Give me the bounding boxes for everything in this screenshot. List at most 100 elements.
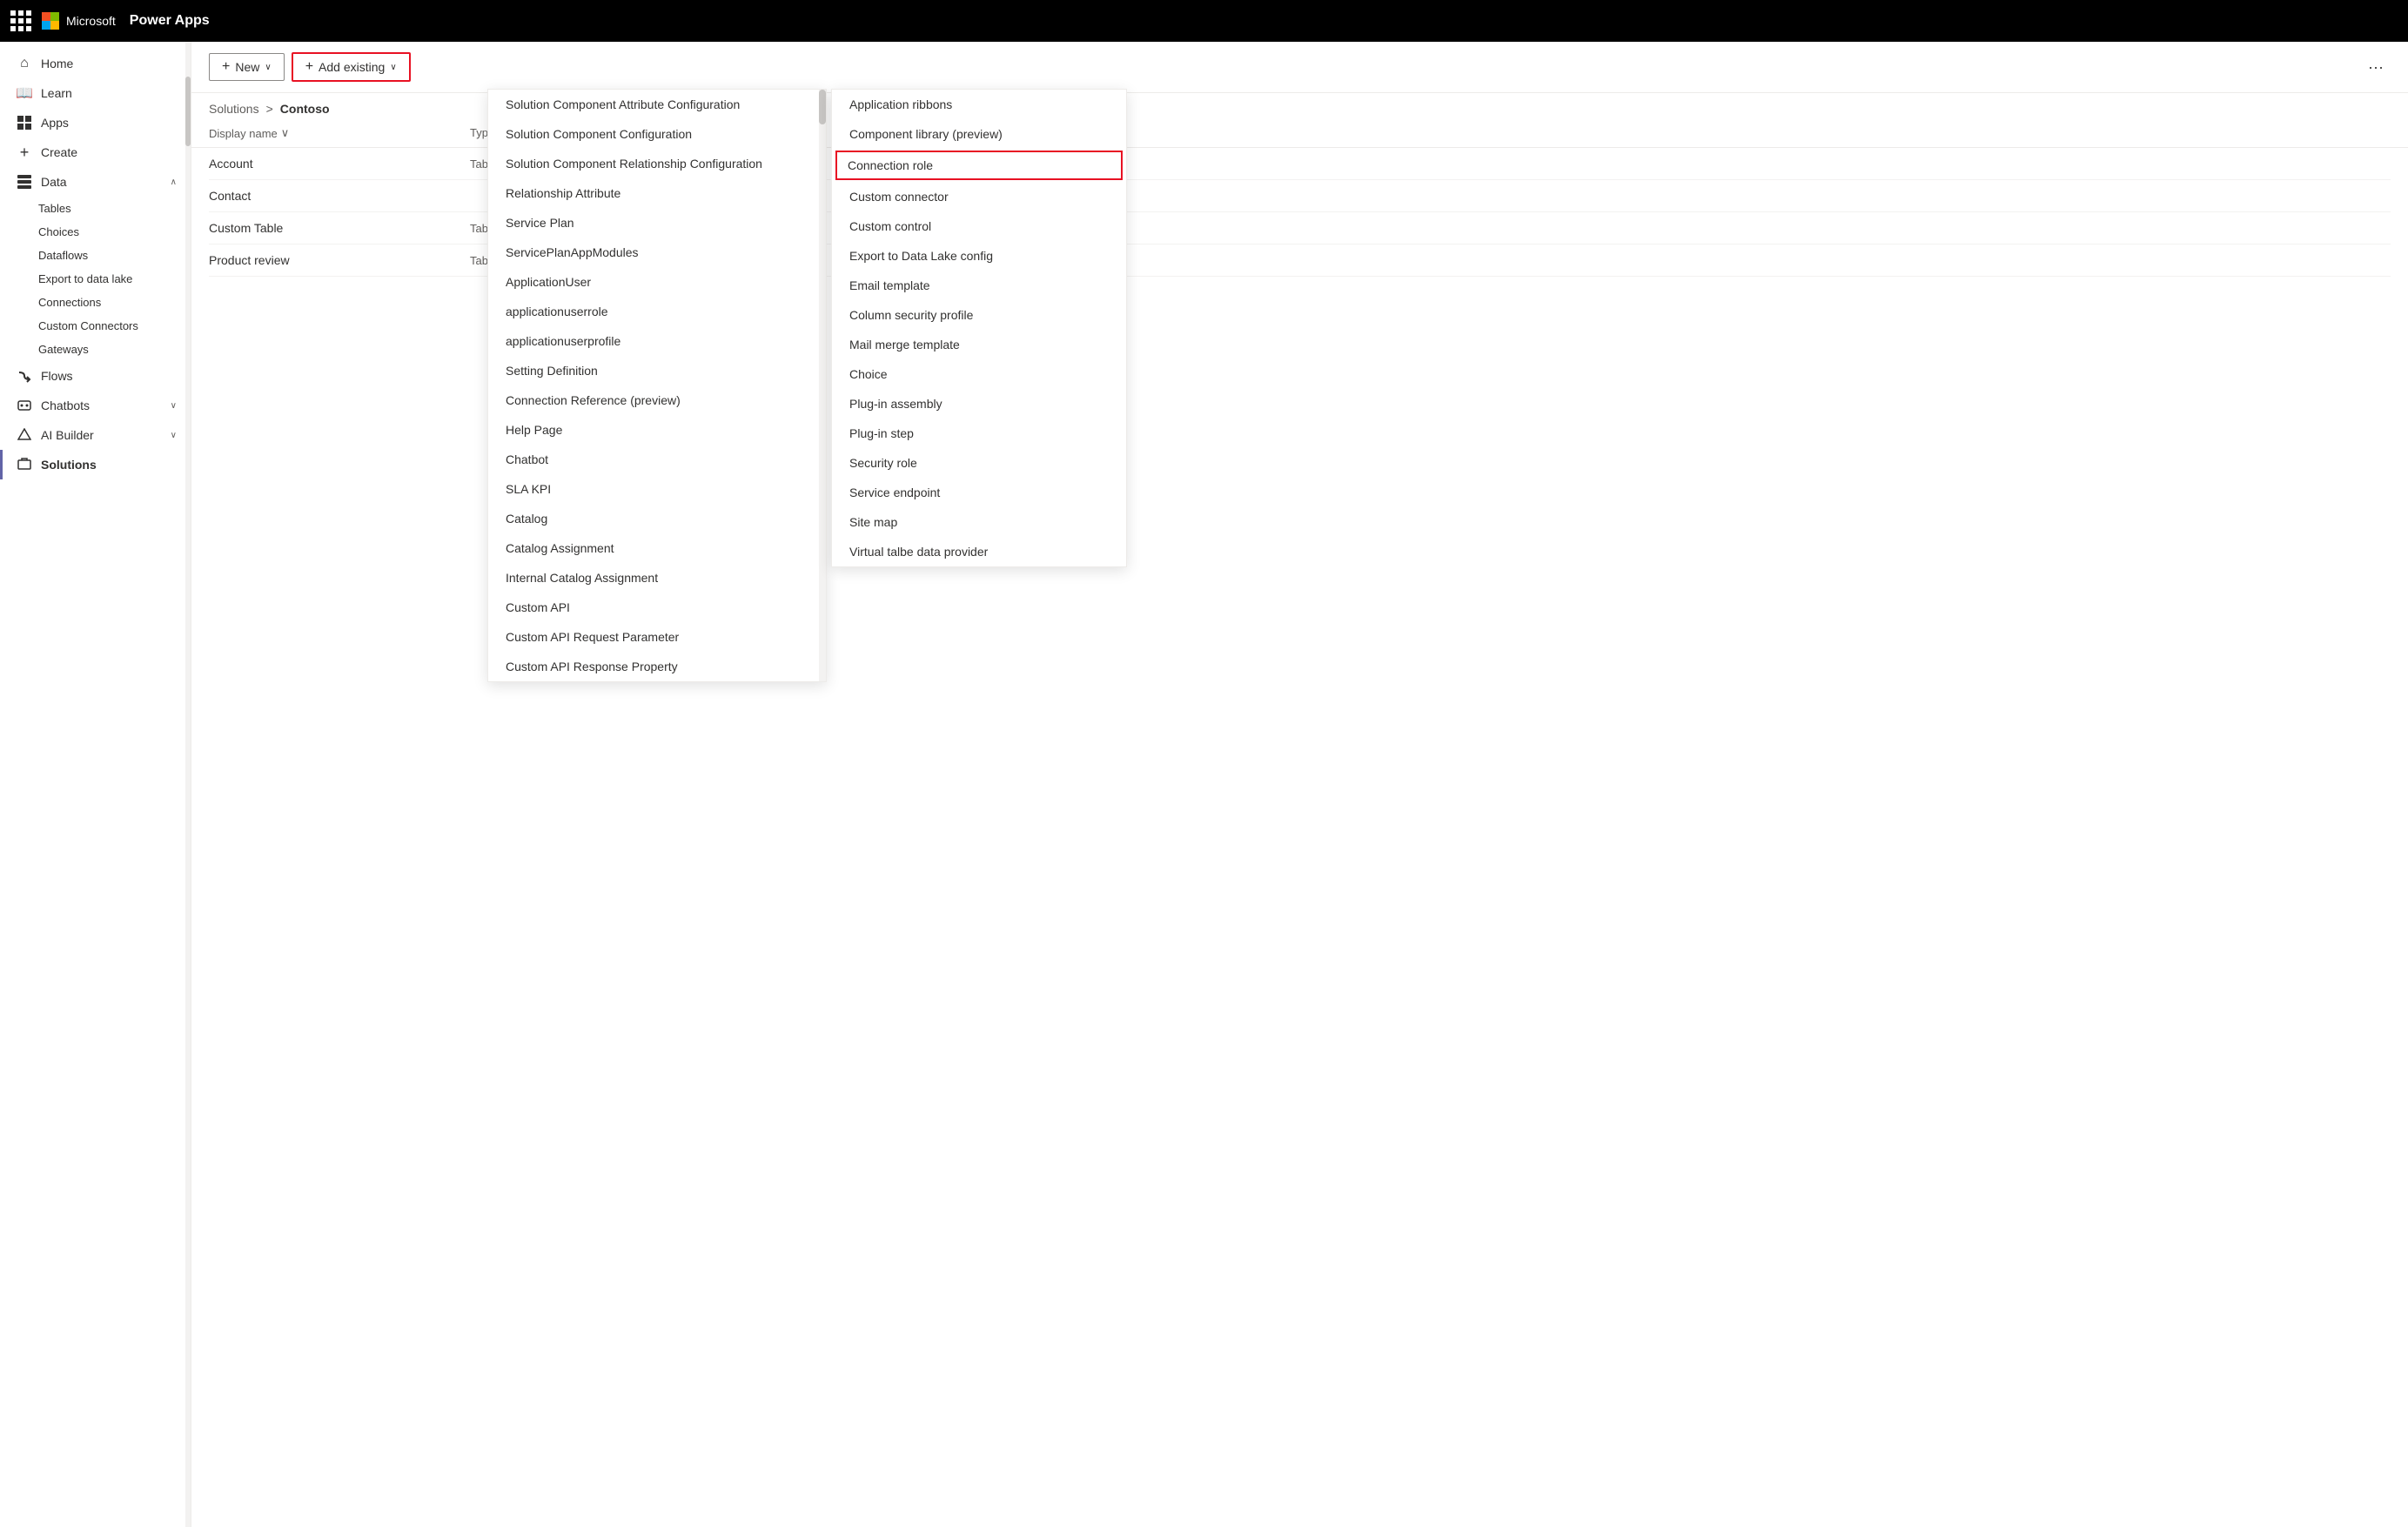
sidebar-scroll-track	[185, 42, 191, 1527]
sidebar-item-home[interactable]: ⌂ Home	[0, 49, 191, 78]
sidebar-item-data-label: Data	[41, 175, 162, 189]
menu-item-plugin-assembly[interactable]: Plug-in assembly	[832, 389, 1126, 419]
solutions-icon	[17, 457, 32, 472]
menu-item-email-template[interactable]: Email template	[832, 271, 1126, 300]
menu-item-service-endpoint[interactable]: Service endpoint	[832, 478, 1126, 507]
microsoft-logo: Microsoft	[42, 12, 116, 30]
menu-item-column-security-profile[interactable]: Column security profile	[832, 300, 1126, 330]
menu-item-internal-catalog-assignment[interactable]: Internal Catalog Assignment	[488, 563, 826, 593]
new-plus-icon: +	[222, 59, 230, 75]
product-name: Power Apps	[130, 13, 210, 29]
sidebar-item-choices[interactable]: Choices	[38, 220, 191, 244]
row-name-product-review: Product review	[209, 253, 470, 267]
sidebar-item-tables[interactable]: Tables	[38, 197, 191, 220]
sidebar-data-subitems: Tables Choices Dataflows Export to data …	[0, 197, 191, 361]
menu-item-virtual-table-data-provider[interactable]: Virtual talbe data provider	[832, 537, 1126, 566]
menu-item-custom-api[interactable]: Custom API	[488, 593, 826, 622]
menu-item-connection-reference[interactable]: Connection Reference (preview)	[488, 385, 826, 415]
menu-item-help-page[interactable]: Help Page	[488, 415, 826, 445]
sidebar-item-solutions[interactable]: Solutions	[0, 450, 191, 479]
row-name-account: Account	[209, 157, 470, 171]
flows-icon	[17, 368, 32, 384]
menu-item-rel-attr[interactable]: Relationship Attribute	[488, 178, 826, 208]
row-name-custom-table: Custom Table	[209, 221, 470, 235]
menu-item-sol-comp-attr-config[interactable]: Solution Component Attribute Configurati…	[488, 90, 826, 119]
sidebar-item-learn[interactable]: 📖 Learn	[0, 78, 191, 108]
menu-item-connection-role[interactable]: Connection role	[835, 151, 1123, 180]
microsoft-label: Microsoft	[66, 14, 116, 28]
topbar: Microsoft Power Apps	[0, 0, 2408, 42]
menu-item-custom-control[interactable]: Custom control	[832, 211, 1126, 241]
menu-item-mail-merge-template[interactable]: Mail merge template	[832, 330, 1126, 359]
menu-item-sla-kpi[interactable]: SLA KPI	[488, 474, 826, 504]
breadcrumb-separator: >	[266, 102, 273, 116]
menu-item-chatbot[interactable]: Chatbot	[488, 445, 826, 474]
waffle-menu[interactable]	[10, 10, 31, 31]
chatbots-icon	[17, 398, 32, 413]
menu-item-application-user[interactable]: ApplicationUser	[488, 267, 826, 297]
new-button-label: New	[235, 60, 259, 74]
menu-item-custom-api-response-prop[interactable]: Custom API Response Property	[488, 652, 826, 681]
add-existing-plus-icon: +	[305, 59, 313, 75]
menu-item-catalog[interactable]: Catalog	[488, 504, 826, 533]
sidebar-item-home-label: Home	[41, 57, 177, 70]
new-chevron-icon: ∨	[265, 63, 271, 72]
sidebar-item-data[interactable]: Data ∧	[0, 167, 191, 197]
toolbar: + New ∨ + Add existing ∨ ···	[191, 42, 2408, 93]
add-existing-button[interactable]: + Add existing ∨	[292, 52, 411, 82]
menu-item-site-map[interactable]: Site map	[832, 507, 1126, 537]
data-chevron-icon: ∧	[171, 177, 177, 187]
dropdown1-scroll-thumb	[819, 90, 826, 124]
dropdown1-scroll-track	[819, 90, 826, 681]
ai-builder-chevron-icon: ∨	[171, 431, 177, 440]
breadcrumb-solutions-link[interactable]: Solutions	[209, 102, 259, 116]
sidebar-item-ai-builder-label: AI Builder	[41, 428, 162, 442]
new-button[interactable]: + New ∨	[209, 53, 285, 81]
sidebar-item-apps[interactable]: Apps	[0, 108, 191, 137]
more-options-button[interactable]: ···	[2361, 55, 2391, 80]
menu-item-custom-api-request-param[interactable]: Custom API Request Parameter	[488, 622, 826, 652]
chatbots-chevron-icon: ∨	[171, 401, 177, 411]
col-display-name-header[interactable]: Display name ∨	[209, 126, 470, 140]
menu-item-security-role[interactable]: Security role	[832, 448, 1126, 478]
menu-item-service-plan[interactable]: Service Plan	[488, 208, 826, 238]
breadcrumb-current: Contoso	[280, 102, 330, 116]
menu-item-export-data-lake-config[interactable]: Export to Data Lake config	[832, 241, 1126, 271]
sidebar-item-connections[interactable]: Connections	[38, 291, 191, 314]
sidebar-item-create[interactable]: + Create	[0, 137, 191, 167]
sidebar-item-ai-builder[interactable]: AI Builder ∨	[0, 420, 191, 450]
learn-icon: 📖	[17, 85, 32, 101]
sidebar: ⌂ Home 📖 Learn Apps + Create Data ∧	[0, 42, 191, 1527]
menu-item-app-ribbons[interactable]: Application ribbons	[832, 90, 1126, 119]
menu-item-component-library[interactable]: Component library (preview)	[832, 119, 1126, 149]
dropdown-menu-1[interactable]: Solution Component Attribute Configurati…	[487, 89, 827, 682]
sort-icon: ∨	[281, 126, 290, 140]
menu-item-custom-connector[interactable]: Custom connector	[832, 182, 1126, 211]
sidebar-item-chatbots[interactable]: Chatbots ∨	[0, 391, 191, 420]
sidebar-item-create-label: Create	[41, 145, 177, 159]
create-icon: +	[17, 144, 32, 160]
dropdown-menu-2[interactable]: Application ribbons Component library (p…	[831, 89, 1127, 567]
menu-item-application-user-role[interactable]: applicationuserrole	[488, 297, 826, 326]
sidebar-item-apps-label: Apps	[41, 116, 177, 130]
sidebar-item-flows-label: Flows	[41, 369, 177, 383]
sidebar-item-gateways[interactable]: Gateways	[38, 338, 191, 361]
row-name-contact: Contact	[209, 189, 470, 203]
menu-item-sol-comp-config[interactable]: Solution Component Configuration	[488, 119, 826, 149]
sidebar-item-flows[interactable]: Flows	[0, 361, 191, 391]
sidebar-item-export-data-lake[interactable]: Export to data lake	[38, 267, 191, 291]
sidebar-item-chatbots-label: Chatbots	[41, 398, 162, 412]
menu-item-catalog-assignment[interactable]: Catalog Assignment	[488, 533, 826, 563]
menu-item-sol-comp-rel-config[interactable]: Solution Component Relationship Configur…	[488, 149, 826, 178]
add-existing-chevron-icon: ∨	[390, 63, 396, 72]
sidebar-scroll-thumb	[185, 77, 191, 146]
menu-item-setting-definition[interactable]: Setting Definition	[488, 356, 826, 385]
sidebar-item-custom-connectors[interactable]: Custom Connectors	[38, 314, 191, 338]
menu-item-application-user-profile[interactable]: applicationuserprofile	[488, 326, 826, 356]
sidebar-item-dataflows[interactable]: Dataflows	[38, 244, 191, 267]
apps-icon	[17, 115, 32, 131]
menu-item-service-plan-app-modules[interactable]: ServicePlanAppModules	[488, 238, 826, 267]
sidebar-item-learn-label: Learn	[41, 86, 177, 100]
menu-item-choice[interactable]: Choice	[832, 359, 1126, 389]
menu-item-plugin-step[interactable]: Plug-in step	[832, 419, 1126, 448]
